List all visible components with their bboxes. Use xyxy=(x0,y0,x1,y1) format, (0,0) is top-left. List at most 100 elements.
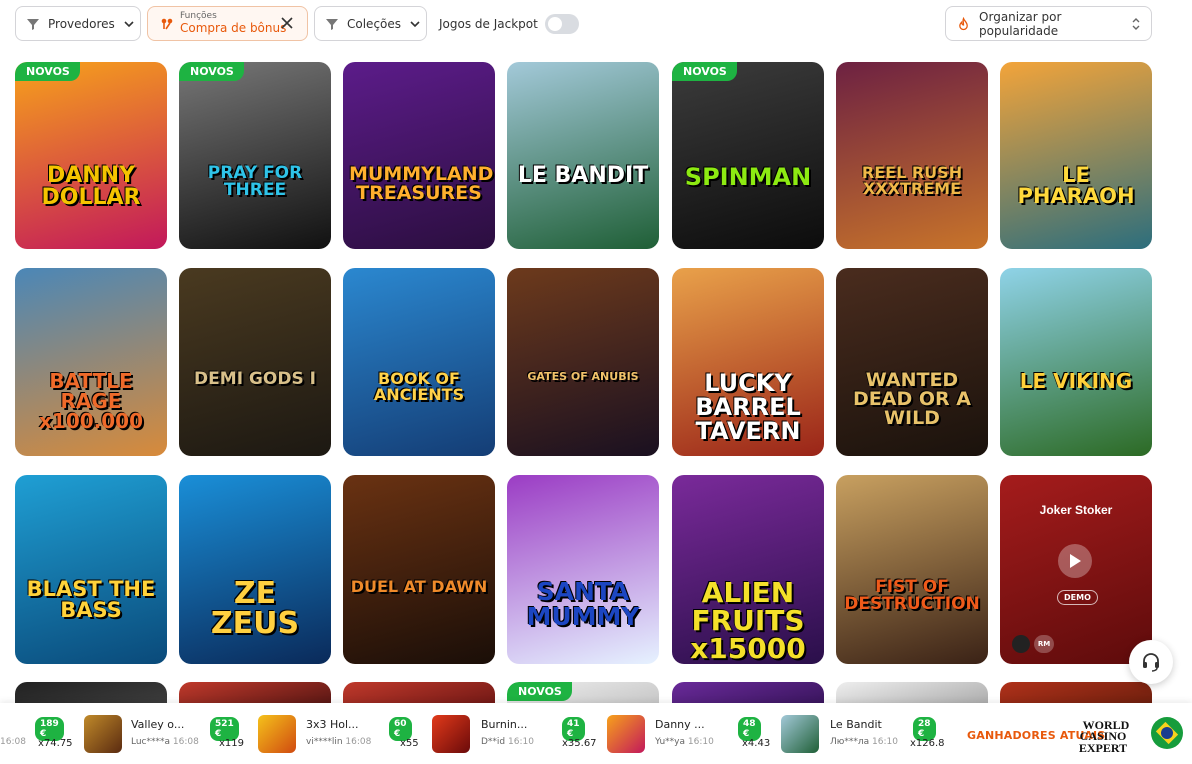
game-title: MUMMYLAND TREASURES xyxy=(349,163,494,204)
filter-icon xyxy=(27,18,39,30)
winner-multiplier: x4.43 xyxy=(742,738,771,749)
game-title: BOOK OF ANCIENTS xyxy=(373,369,465,404)
filter-bar: Provedores Funções Compra de bônus Coleç… xyxy=(0,0,1192,48)
new-badge: NOVOS xyxy=(179,62,244,81)
game-title: DANNY DOLLAR xyxy=(41,163,141,210)
close-icon[interactable] xyxy=(279,15,295,31)
new-badge: NOVOS xyxy=(507,682,572,701)
game-title: DEMI GODS I xyxy=(194,369,316,389)
game-title: REEL RUSH XXXTREME xyxy=(861,163,963,198)
winner-game: Valley o... xyxy=(131,718,185,731)
current-winners-bar: 16:08 189 € x74.75 Valley o... Luc****a … xyxy=(0,703,1192,764)
chevron-down-icon xyxy=(124,20,134,27)
provider-icon xyxy=(1012,635,1030,653)
winner-user: D**id 16:10 xyxy=(481,737,534,747)
game-tile[interactable]: DUEL AT DAWN xyxy=(343,475,495,664)
support-button[interactable] xyxy=(1129,640,1173,684)
toggle-knob xyxy=(547,17,562,31)
new-badge: NOVOS xyxy=(15,62,80,81)
providers-label: Provedores xyxy=(48,16,115,31)
game-tile[interactable]: PRAY FOR THREE NOVOS xyxy=(179,62,331,249)
game-tile[interactable]: REEL RUSH XXXTREME xyxy=(836,62,988,249)
game-tile[interactable]: BLAST THE BASS xyxy=(15,475,167,664)
game-title: WANTED DEAD OR A WILD xyxy=(853,369,971,429)
game-tile[interactable]: FIST OF DESTRUCTION xyxy=(836,475,988,664)
collections-filter[interactable]: Coleções xyxy=(314,6,427,41)
game-title: DUEL AT DAWN xyxy=(350,577,488,596)
game-thumbnail xyxy=(607,715,645,753)
game-title: LE BANDIT xyxy=(517,163,649,188)
winner-multiplier: x35.67 xyxy=(562,738,597,749)
game-tile[interactable]: MUMMYLAND TREASURES xyxy=(343,62,495,249)
game-tile[interactable]: BOOK OF ANCIENTS xyxy=(343,268,495,456)
functions-icon xyxy=(161,18,173,29)
game-title: ZE ZEUS xyxy=(210,576,300,641)
filter-icon xyxy=(326,18,338,30)
game-tile[interactable]: BATTLE RAGE x100.000 xyxy=(15,268,167,456)
game-title: FIST OF DESTRUCTION xyxy=(844,577,980,614)
winner-game: Danny ... xyxy=(655,718,705,731)
headset-icon xyxy=(1143,653,1159,672)
game-title: BLAST THE BASS xyxy=(26,577,156,622)
game-title: BATTLE RAGE x100.000 xyxy=(39,369,143,433)
game-title: GATES OF ANUBIS xyxy=(527,370,639,383)
winner-game: 3x3 Hol... xyxy=(306,718,359,731)
game-title: LE PHARAOH xyxy=(1017,163,1135,208)
game-tile[interactable]: LUCKY BARREL TAVERN xyxy=(672,268,824,456)
flame-icon xyxy=(959,16,968,30)
winner-time: 16:08 xyxy=(0,737,26,747)
game-tile[interactable]: LE BANDIT xyxy=(507,62,659,249)
winner-multiplier: x55 xyxy=(400,738,419,749)
game-title: SPINMAN xyxy=(684,163,812,191)
world-casino-expert-logo: WORLD CASINO EXPERT xyxy=(1018,719,1148,754)
game-tile[interactable]: DANNY DOLLAR NOVOS xyxy=(15,62,167,249)
jackpot-toggle[interactable] xyxy=(544,14,579,34)
game-tile[interactable]: GATES OF ANUBIS xyxy=(507,268,659,456)
demo-button[interactable]: DEMO xyxy=(1057,590,1098,605)
new-badge: NOVOS xyxy=(672,62,737,81)
game-title: SANTA MUMMY xyxy=(526,577,640,631)
functions-filter[interactable]: Funções Compra de bônus xyxy=(147,6,308,41)
brazil-flag-icon[interactable] xyxy=(1151,717,1183,749)
winner-user: Лю***ла 16:10 xyxy=(830,737,898,747)
game-tile[interactable]: SPINMAN NOVOS xyxy=(672,62,824,249)
winner-user: Yu**ya 16:10 xyxy=(655,737,714,747)
winner-game: Burnin... xyxy=(481,718,528,731)
collections-label: Coleções xyxy=(347,16,402,31)
sort-arrows-icon xyxy=(1132,18,1140,30)
game-title: LUCKY BARREL TAVERN xyxy=(695,369,801,445)
game-thumbnail xyxy=(781,715,819,753)
game-tile[interactable]: SANTA MUMMY xyxy=(507,475,659,664)
game-title: Joker Stoker xyxy=(1039,503,1113,517)
game-thumbnail xyxy=(258,715,296,753)
functions-selected-value: Compra de bônus xyxy=(180,20,287,35)
winner-user: vi****lin 16:08 xyxy=(306,737,372,747)
winner-game: Le Bandit xyxy=(830,718,882,731)
game-tile-joker-stoker[interactable]: Joker Stoker DEMO RM xyxy=(1000,475,1152,664)
sort-label: Organizar por popularidade xyxy=(979,9,1062,38)
game-tile[interactable]: DEMI GODS I xyxy=(179,268,331,456)
functions-text: Funções Compra de bônus xyxy=(180,11,287,35)
game-thumbnail xyxy=(84,715,122,753)
game-tile[interactable]: ALIEN FRUITS x15000 xyxy=(672,475,824,664)
game-tile[interactable]: LE VIKING xyxy=(1000,268,1152,456)
game-tile[interactable]: WANTED DEAD OR A WILD xyxy=(836,268,988,456)
game-title: PRAY FOR THREE xyxy=(207,163,303,200)
winner-multiplier: x126.8 xyxy=(910,738,945,749)
winner-multiplier: x74.75 xyxy=(38,738,73,749)
jackpot-label: Jogos de Jackpot xyxy=(439,17,538,31)
providers-filter[interactable]: Provedores xyxy=(15,6,141,41)
winner-user: Luc****a 16:08 xyxy=(131,737,199,747)
play-icon xyxy=(1070,554,1081,568)
jackpot-toggle-row: Jogos de Jackpot xyxy=(439,14,579,34)
provider-badge: RM xyxy=(1034,635,1054,653)
brand-line-2: CASINO EXPERT xyxy=(1078,729,1128,755)
game-title: LE VIKING xyxy=(1019,369,1133,393)
sort-dropdown[interactable]: Organizar por popularidade xyxy=(945,6,1152,41)
game-thumbnail xyxy=(432,715,470,753)
game-tile[interactable]: LE PHARAOH xyxy=(1000,62,1152,249)
play-button[interactable] xyxy=(1058,544,1092,578)
chevron-down-icon xyxy=(410,20,420,27)
game-title: ALIEN FRUITS x15000 xyxy=(690,576,806,664)
game-tile[interactable]: ZE ZEUS xyxy=(179,475,331,664)
